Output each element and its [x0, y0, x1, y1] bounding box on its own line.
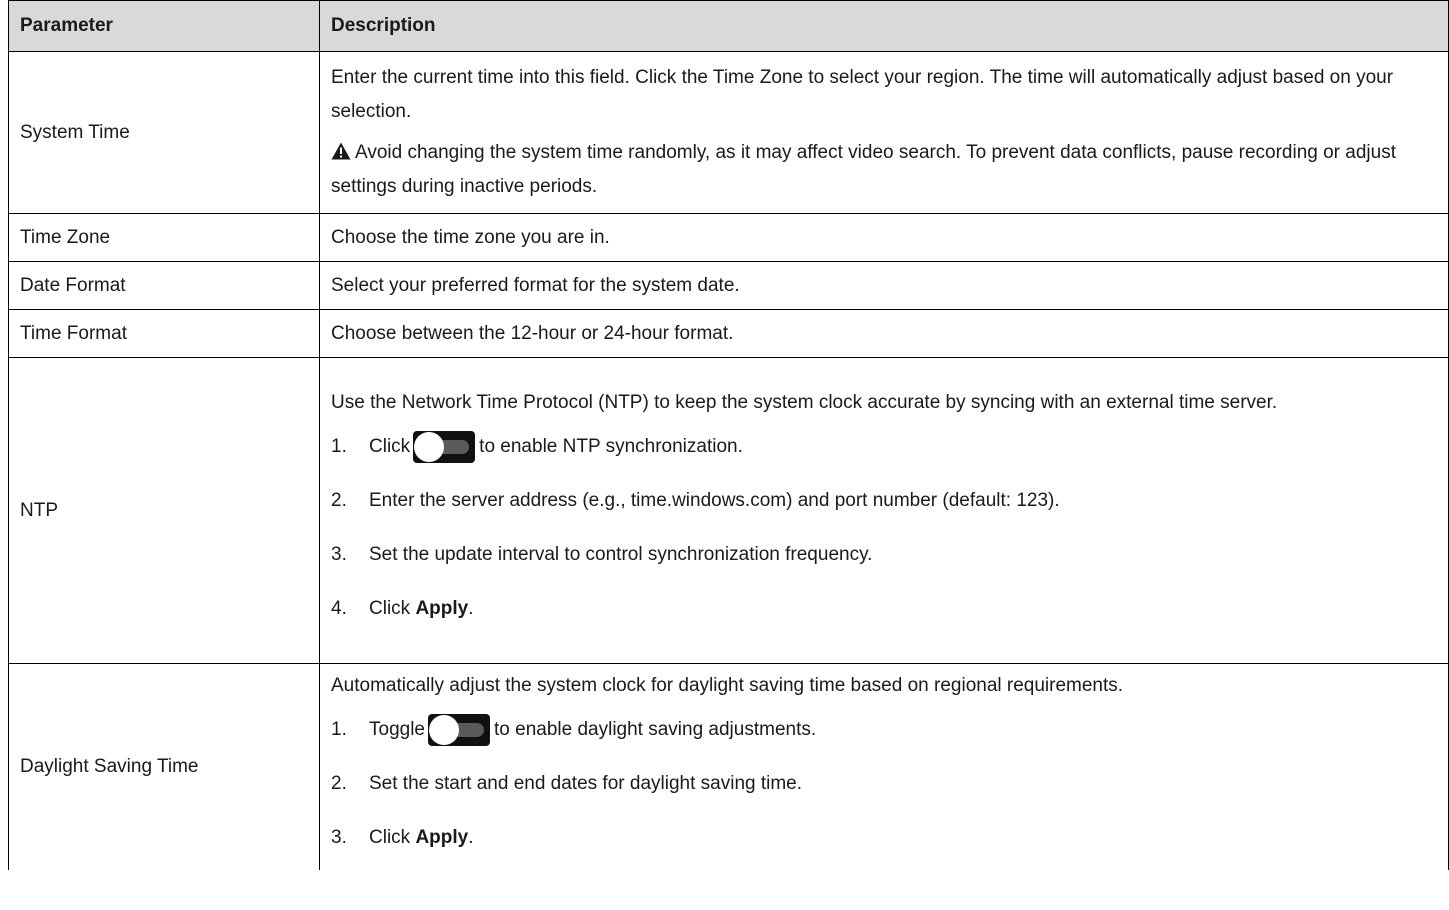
warning-text: Avoid changing the system time randomly,…: [331, 142, 1396, 197]
header-parameter: Parameter: [8, 0, 320, 52]
table-row: NTP Use the Network Time Protocol (NTP) …: [8, 357, 1449, 664]
step-number: 4.: [331, 597, 347, 619]
param-description: Automatically adjust the system clock fo…: [319, 663, 1449, 870]
param-description: Select your preferred format for the sys…: [319, 261, 1449, 310]
list-item: 3. Click Apply.: [331, 811, 1438, 865]
param-description: Enter the current time into this field. …: [319, 51, 1449, 214]
param-name: Time Zone: [8, 213, 320, 262]
table-row: System Time Enter the current time into …: [8, 51, 1449, 214]
header-row: Parameter Description: [8, 0, 1449, 52]
toggle-knob: [414, 431, 445, 462]
param-name: Date Format: [8, 261, 320, 310]
table-row: Date Format Select your preferred format…: [8, 261, 1449, 310]
table-row: Time Format Choose between the 12-hour o…: [8, 309, 1449, 358]
step-text: Set the start and end dates for daylight…: [369, 772, 803, 794]
list-item: 2. Enter the server address (e.g., time.…: [331, 474, 1438, 528]
parameter-table: Parameter Description System Time Enter …: [8, 0, 1449, 870]
toggle-knob: [429, 714, 459, 745]
param-description: Choose the time zone you are in.: [319, 213, 1449, 262]
header-description: Description: [319, 0, 1449, 52]
step-text: Click Apply.: [369, 598, 474, 620]
list-item: 1. Toggle to enable daylight saving adju…: [331, 703, 1438, 757]
apply-label: Apply: [415, 597, 469, 619]
step-number: 3.: [331, 826, 347, 848]
param-name: Time Format: [8, 309, 320, 358]
step-text: to enable daylight saving adjustments.: [494, 718, 817, 740]
step-text-before: Click: [369, 597, 416, 619]
warning-note: Avoid changing the system time randomly,…: [331, 136, 1438, 204]
steps-list: 1. Toggle to enable daylight saving adju…: [331, 703, 1438, 865]
list-item: 2. Set the start and end dates for dayli…: [331, 757, 1438, 811]
list-item: 3. Set the update interval to control sy…: [331, 528, 1438, 582]
step-text: Set the update interval to control synch…: [369, 543, 873, 565]
list-item: 1. Click to enable NTP synchronization.: [331, 420, 1438, 474]
step-text: to enable NTP synchronization.: [479, 435, 743, 457]
apply-label: Apply: [415, 826, 469, 848]
param-description: Use the Network Time Protocol (NTP) to k…: [319, 357, 1449, 664]
table-row: Daylight Saving Time Automatically adjus…: [8, 663, 1449, 870]
step-text: Enter the server address (e.g., time.win…: [369, 489, 1060, 511]
list-item: 4. Click Apply.: [331, 582, 1438, 636]
step-number: 1.: [331, 435, 347, 457]
steps-list: 1. Click to enable NTP synchronization. …: [331, 420, 1438, 636]
step-text: Toggle: [369, 718, 425, 740]
step-number: 2.: [331, 489, 347, 511]
table-row: Time Zone Choose the time zone you are i…: [8, 213, 1449, 262]
param-description: Choose between the 12-hour or 24-hour fo…: [319, 309, 1449, 358]
step-text: Click Apply.: [369, 827, 474, 849]
description-text: Enter the current time into this field. …: [331, 67, 1394, 122]
step-text-before: Click: [369, 826, 416, 848]
step-number: 3.: [331, 543, 347, 565]
param-name: Daylight Saving Time: [8, 663, 320, 870]
step-number: 1.: [331, 718, 347, 740]
param-name: NTP: [8, 357, 320, 664]
warning-triangle-icon: [331, 142, 351, 160]
toggle-switch-icon: [413, 430, 476, 463]
description-text: Use the Network Time Protocol (NTP) to k…: [331, 391, 1278, 413]
step-text-after: .: [468, 597, 474, 619]
description-text: Automatically adjust the system clock fo…: [331, 674, 1124, 696]
toggle-switch-icon: [428, 713, 490, 746]
param-name: System Time: [8, 51, 320, 214]
step-number: 2.: [331, 772, 347, 794]
step-text-after: .: [468, 826, 474, 848]
step-text: Click: [369, 435, 411, 457]
